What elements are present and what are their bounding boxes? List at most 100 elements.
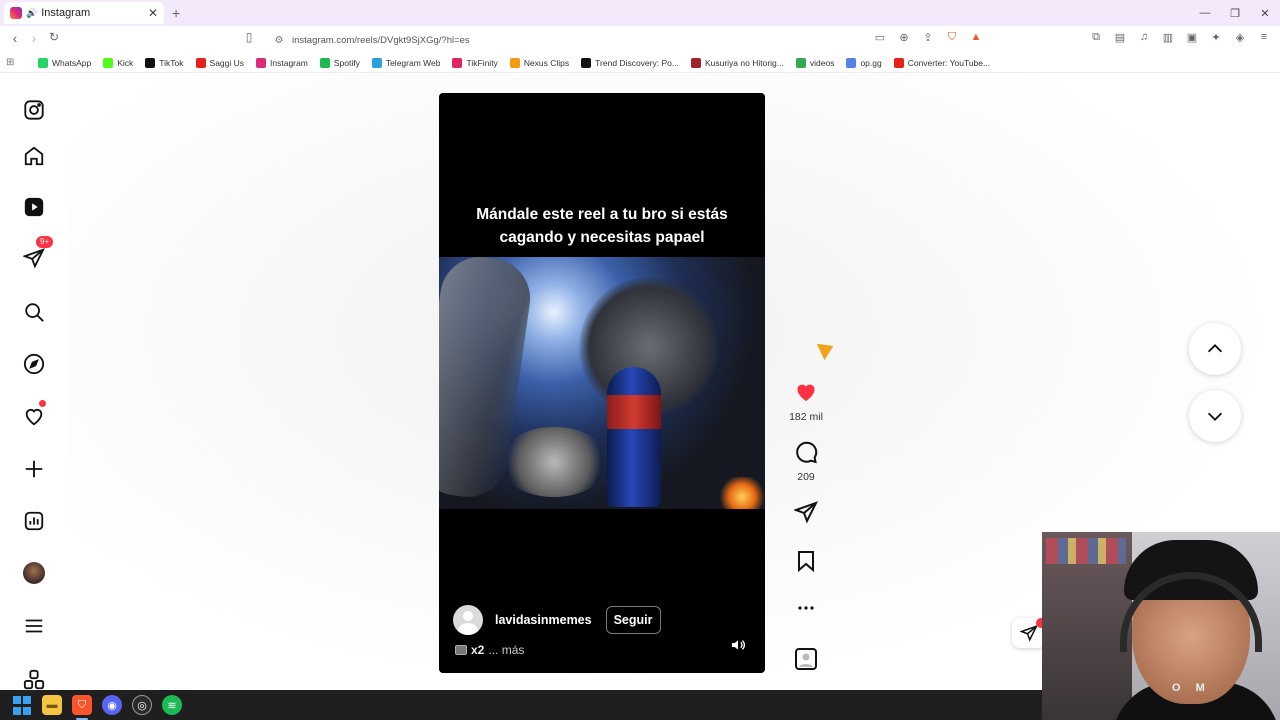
reel-video-frame[interactable] [439,257,765,509]
messages-bubble-button[interactable] [1012,618,1046,648]
home-icon[interactable] [22,144,46,168]
more-menu-icon[interactable] [22,614,46,638]
webcam-overlay: O M [1042,532,1280,720]
new-tab-button[interactable]: + [172,5,180,21]
music-icon[interactable]: ♫ [1136,31,1152,47]
more-options-button[interactable] [786,596,826,625]
bookmark-item[interactable]: Nexus Clips [509,57,570,68]
webcam-shirt-text: O M [1172,682,1211,694]
bookmark-label: TikTok [159,57,184,68]
back-icon[interactable]: ‹ [6,30,24,46]
avatar [23,562,45,584]
minimize-icon[interactable]: — [1190,7,1220,19]
share-icon[interactable]: ⇪ [920,31,936,47]
bookmark-item[interactable]: Kick [103,57,133,68]
search-icon[interactable] [22,300,46,324]
bookmark-label: videos [809,57,835,68]
bookmark-list: WhatsApp Kick TikTok Saggi Us Instagram Spoti… [38,57,1002,68]
instagram-sidebar: 9+ [0,74,68,690]
leo-ai-icon[interactable]: ✦ [1208,31,1224,47]
windows-start-icon[interactable] [12,695,32,715]
bookmark-item[interactable]: videos [795,57,835,68]
instagram-logo-icon[interactable] [22,98,46,122]
extensions-icon[interactable]: ⧉ [1088,31,1104,47]
vpn-icon[interactable]: ◈ [1232,31,1248,47]
dashboard-icon[interactable] [22,509,46,533]
restore-icon[interactable]: ❐ [1220,7,1250,20]
create-plus-icon[interactable] [22,457,46,481]
reel-overlay-text: Mándale este reel a tu bro si estás caga… [439,203,765,249]
explore-compass-icon[interactable] [22,352,46,376]
bookmark-item[interactable]: Instagram [256,57,308,68]
bookmark-item[interactable]: Converter: YouTube... [893,57,990,68]
discord-icon[interactable]: ◉ [102,695,122,715]
url-action-icons: ▭ ⊕ ⇪ ⛉ ▲ [872,31,984,47]
close-window-icon[interactable]: ✕ [1250,7,1280,20]
speaker-icon[interactable]: 🔊 [26,8,37,19]
author-username[interactable]: lavidasinmemes [495,613,592,627]
author-avatar[interactable] [453,605,483,635]
audio-source-avatar[interactable] [786,647,826,676]
wallet-icon[interactable]: ▣ [1184,31,1200,47]
share-button[interactable] [786,500,826,529]
menu-icon[interactable]: ≡ [1256,31,1272,47]
bookmark-item[interactable]: Trend Discovery: Po... [581,57,679,68]
brave-browser-icon[interactable]: ⛉ [72,695,92,720]
bookmark-item[interactable]: TikFinity [452,57,498,68]
bookmark-item[interactable]: Telegram Web [371,57,441,68]
save-button[interactable] [786,549,826,578]
like-button[interactable]: 182 mil [786,380,826,423]
zoom-icon[interactable]: ⊕ [896,31,912,47]
more-link[interactable]: ... más [488,643,524,657]
reels-icon[interactable] [22,195,46,219]
reader-icon[interactable]: ▤ [1112,31,1128,47]
file-explorer-icon[interactable]: ▬ [42,695,62,715]
bookmark-icon[interactable]: ▯ [240,30,258,44]
reel-tag-count: x2 [471,643,485,657]
bookmark-favicon-icon [846,57,857,68]
close-tab-icon[interactable]: ✕ [148,6,158,20]
profile-avatar[interactable] [22,561,46,585]
bookmark-label: Nexus Clips [523,57,570,68]
sidebar-toggle-icon[interactable]: ▥ [1160,31,1176,47]
forward-icon[interactable]: › [25,30,43,46]
bookmark-save-icon [798,551,814,573]
tag-icon [455,645,467,655]
bookmarks-bar: ⊞ WhatsApp Kick TikTok Saggi Us Instagram Spo… [0,53,1280,73]
bookmark-label: Trend Discovery: Po... [595,57,679,68]
instagram-favicon-icon [10,7,22,19]
apps-grid-icon[interactable]: ⊞ [6,57,24,68]
previous-reel-button[interactable] [1189,323,1241,375]
bookmark-favicon-icon [371,57,382,68]
bookmark-item[interactable]: op.gg [846,57,882,68]
reload-icon[interactable]: ↻ [45,30,63,44]
bookmark-item[interactable]: Spotify [319,57,360,68]
comment-button[interactable]: 209 [786,440,826,483]
volume-icon[interactable] [729,637,747,653]
overlay-text-line2: cagando y necesitas papael [499,229,705,246]
obs-icon[interactable]: ◎ [132,695,152,715]
spotify-icon[interactable]: ≋ [162,695,182,715]
cast-icon[interactable]: ▭ [872,31,888,47]
reel-video-card[interactable]: Mándale este reel a tu bro si estás caga… [439,93,765,673]
next-reel-button[interactable] [1189,390,1241,442]
brave-shields-icon[interactable]: ⛉ [944,31,960,47]
bookmark-item[interactable]: TikTok [145,57,184,68]
bookmark-label: Telegram Web [385,57,441,68]
site-settings-icon[interactable]: ⚙ [266,35,292,46]
also-from-meta-icon[interactable] [22,668,46,692]
extension-icons: ⧉ ▤ ♫ ▥ ▣ ✦ ◈ ≡ [1088,31,1272,47]
notifications-heart-icon[interactable] [22,400,46,428]
follow-button[interactable]: Seguir [605,606,661,634]
bookmark-label: Saggi Us [209,57,245,68]
brave-rewards-icon[interactable]: ▲ [968,31,984,47]
bookmark-label: Kusuriya no Hitorig... [704,57,784,68]
bookmark-item[interactable]: Saggi Us [195,57,245,68]
bookmark-item[interactable]: WhatsApp [38,57,91,68]
ellipsis-icon [798,606,814,610]
heart-filled-icon [797,384,815,401]
video-fire-shape [717,477,765,509]
bookmark-item[interactable]: Kusuriya no Hitorig... [690,57,784,68]
messages-icon[interactable]: 9+ [22,236,54,270]
tab-instagram[interactable]: 🔊 Instagram ✕ [4,2,164,24]
